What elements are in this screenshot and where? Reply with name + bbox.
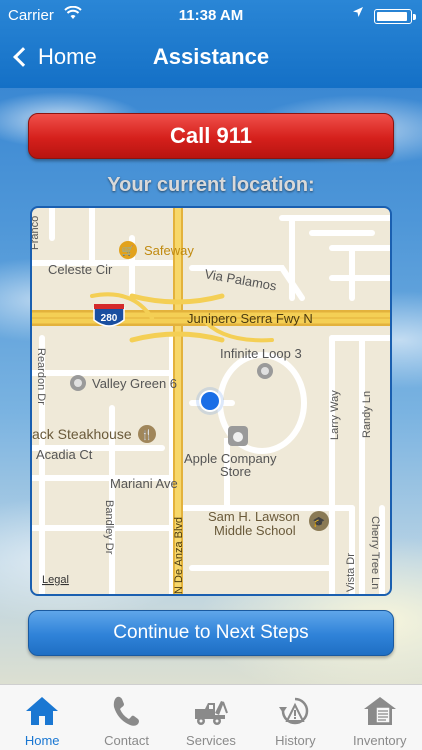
map-label-apple-store-2: Store (220, 464, 251, 479)
inventory-icon (363, 697, 396, 725)
map-label-mariani: Mariani Ave (110, 476, 178, 491)
tab-contact-label: Contact (104, 733, 149, 748)
tab-contact[interactable]: Contact (84, 685, 168, 750)
restaurant-icon: 🍴 (141, 428, 153, 441)
map-label-de-anza: N De Anza Blvd (173, 517, 185, 594)
location-arrow-icon (352, 6, 364, 21)
safeway-cart-icon: 🛒 (122, 244, 134, 257)
call-911-button[interactable]: Call 911 (28, 113, 394, 159)
map-label-bandley: Bandley Dr (103, 500, 115, 555)
map-label-franco: Franco (32, 216, 41, 250)
map-label-valley-green: Valley Green 6 (92, 376, 177, 391)
navigation-bar: Carrier 11:38 AM Home Assistance (0, 0, 422, 88)
school-icon: 🎓 (313, 516, 325, 528)
tab-home[interactable]: Home (0, 685, 84, 750)
map-label-acadia: Acadia Ct (36, 447, 93, 462)
map-label-cherry-tree: Cherry Tree Ln (369, 516, 381, 589)
tab-inventory-label: Inventory (353, 733, 407, 748)
map-label-junipero: Junipero Serra Fwy N (187, 311, 313, 326)
map-label-safeway: Safeway (144, 243, 194, 258)
tab-history-label: History (275, 733, 316, 748)
tab-home-label: Home (24, 733, 60, 748)
map-canvas: 280 🛒 🍴 🎓 Franco Safeway Celeste Cir Via… (32, 208, 390, 594)
history-icon (279, 697, 309, 725)
battery-icon (374, 9, 416, 24)
map-label-larry: Larry Way (329, 390, 341, 440)
map-label-steakhouse: ack Steakhouse (32, 426, 132, 442)
phone-icon (114, 696, 140, 726)
tab-bar: Home Contact Services History Inventory (0, 684, 422, 750)
map-hwy-number: 280 (101, 313, 118, 324)
tab-services[interactable]: Services (169, 685, 253, 750)
map-label-infinite-loop: Infinite Loop 3 (220, 346, 302, 361)
current-location-label: Your current location: (107, 174, 315, 196)
current-location-dot (201, 392, 219, 410)
map-label-sam-lawson: Sam H. Lawson (208, 509, 300, 524)
page-title: Assistance (152, 44, 270, 69)
tow-truck-icon (194, 701, 228, 725)
map-label-celeste: Celeste Cir (48, 262, 113, 277)
map-legal-link: Legal (42, 574, 69, 586)
tab-inventory[interactable]: Inventory (338, 685, 422, 750)
map-label-middle-school: Middle School (214, 523, 296, 538)
home-icon (26, 697, 58, 725)
map-label-randy: Randy Ln (361, 391, 373, 438)
continue-button[interactable]: Continue to Next Steps (28, 610, 394, 656)
map-view[interactable]: 280 🛒 🍴 🎓 Franco Safeway Celeste Cir Via… (30, 206, 392, 596)
status-bar: Carrier 11:38 AM (0, 0, 422, 30)
map-label-reardon: Reardon Dr (35, 348, 47, 405)
map-label-vista: Vista Dr (345, 553, 357, 592)
tab-services-label: Services (186, 733, 236, 748)
tab-history[interactable]: History (253, 685, 337, 750)
